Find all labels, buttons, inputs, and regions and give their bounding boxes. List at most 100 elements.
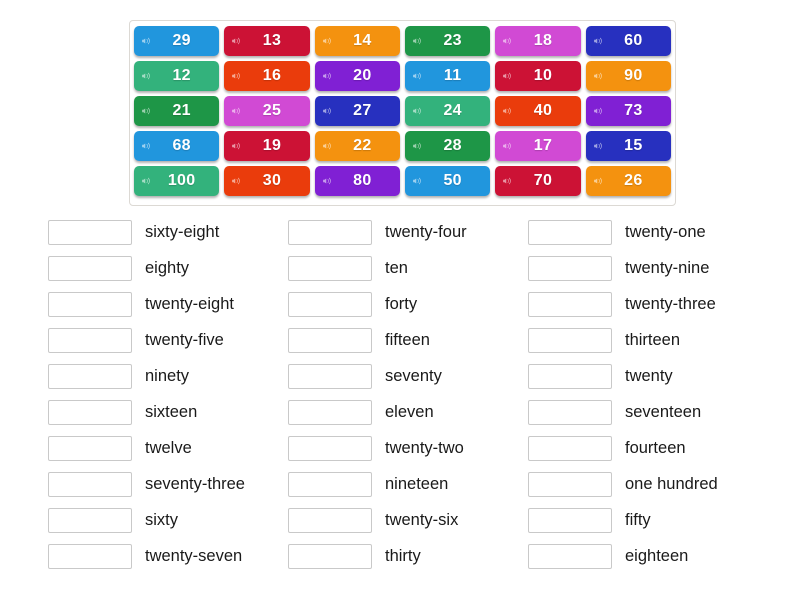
speaker-icon[interactable] bbox=[322, 36, 333, 47]
answer-row: twenty-four bbox=[288, 214, 528, 250]
number-tile[interactable]: 29 bbox=[134, 26, 220, 56]
speaker-icon[interactable] bbox=[593, 36, 604, 47]
speaker-icon[interactable] bbox=[231, 106, 242, 117]
number-tile[interactable]: 21 bbox=[134, 96, 220, 126]
number-tile[interactable]: 100 bbox=[134, 166, 220, 196]
answer-drop-box[interactable] bbox=[48, 435, 132, 461]
answer-drop-box[interactable] bbox=[48, 363, 132, 389]
speaker-icon[interactable] bbox=[141, 176, 152, 187]
speaker-icon[interactable] bbox=[502, 106, 513, 117]
number-tile[interactable]: 80 bbox=[314, 166, 400, 196]
speaker-icon[interactable] bbox=[412, 71, 423, 82]
number-tile[interactable]: 28 bbox=[405, 131, 491, 161]
speaker-icon[interactable] bbox=[502, 71, 513, 82]
answer-drop-box[interactable] bbox=[528, 255, 612, 281]
speaker-icon[interactable] bbox=[593, 71, 604, 82]
answer-drop-box[interactable] bbox=[528, 363, 612, 389]
speaker-icon[interactable] bbox=[412, 36, 423, 47]
answer-drop-box[interactable] bbox=[288, 291, 372, 317]
tile-value: 90 bbox=[624, 67, 643, 84]
number-tile[interactable]: 25 bbox=[224, 96, 310, 126]
answer-drop-box[interactable] bbox=[288, 363, 372, 389]
speaker-icon[interactable] bbox=[593, 141, 604, 152]
answer-drop-box[interactable] bbox=[288, 399, 372, 425]
number-tile[interactable]: 11 bbox=[405, 61, 491, 91]
number-tile[interactable]: 14 bbox=[314, 26, 400, 56]
speaker-icon[interactable] bbox=[412, 141, 423, 152]
answer-drop-box[interactable] bbox=[528, 219, 612, 245]
number-tile[interactable]: 50 bbox=[405, 166, 491, 196]
number-tile[interactable]: 24 bbox=[405, 96, 491, 126]
speaker-icon[interactable] bbox=[141, 141, 152, 152]
speaker-icon[interactable] bbox=[502, 36, 513, 47]
number-tile[interactable]: 27 bbox=[314, 96, 400, 126]
speaker-icon[interactable] bbox=[502, 176, 513, 187]
answer-drop-box[interactable] bbox=[528, 435, 612, 461]
speaker-icon[interactable] bbox=[141, 106, 152, 117]
answer-drop-box[interactable] bbox=[528, 471, 612, 497]
answer-label: twenty-one bbox=[625, 222, 706, 241]
tile-value: 100 bbox=[167, 172, 196, 189]
number-tile[interactable]: 19 bbox=[224, 131, 310, 161]
tile-value: 12 bbox=[172, 67, 191, 84]
number-tile[interactable]: 18 bbox=[495, 26, 581, 56]
speaker-icon[interactable] bbox=[322, 141, 333, 152]
number-tile[interactable]: 22 bbox=[314, 131, 400, 161]
answer-label: eleven bbox=[385, 402, 434, 421]
speaker-icon[interactable] bbox=[141, 71, 152, 82]
answer-drop-box[interactable] bbox=[288, 219, 372, 245]
answer-drop-box[interactable] bbox=[288, 327, 372, 353]
answer-drop-box[interactable] bbox=[288, 471, 372, 497]
speaker-icon[interactable] bbox=[231, 141, 242, 152]
answer-drop-box[interactable] bbox=[528, 399, 612, 425]
number-tile[interactable]: 15 bbox=[585, 131, 671, 161]
speaker-icon[interactable] bbox=[412, 176, 423, 187]
number-tile[interactable]: 70 bbox=[495, 166, 581, 196]
number-tile[interactable]: 23 bbox=[405, 26, 491, 56]
number-tile[interactable]: 40 bbox=[495, 96, 581, 126]
answer-drop-box[interactable] bbox=[48, 327, 132, 353]
number-tile[interactable]: 68 bbox=[134, 131, 220, 161]
answer-drop-box[interactable] bbox=[528, 543, 612, 569]
speaker-icon[interactable] bbox=[231, 176, 242, 187]
answer-drop-box[interactable] bbox=[48, 255, 132, 281]
speaker-icon[interactable] bbox=[231, 71, 242, 82]
number-tile[interactable]: 90 bbox=[585, 61, 671, 91]
answer-drop-box[interactable] bbox=[48, 471, 132, 497]
number-tile[interactable]: 12 bbox=[134, 61, 220, 91]
number-tile[interactable]: 73 bbox=[585, 96, 671, 126]
tile-value: 25 bbox=[262, 102, 282, 119]
number-tile[interactable]: 26 bbox=[585, 166, 671, 196]
answer-drop-box[interactable] bbox=[48, 543, 132, 569]
speaker-icon[interactable] bbox=[141, 36, 152, 47]
speaker-icon[interactable] bbox=[322, 106, 333, 117]
answer-drop-box[interactable] bbox=[48, 399, 132, 425]
number-tile[interactable]: 30 bbox=[224, 166, 310, 196]
answer-drop-box[interactable] bbox=[48, 291, 132, 317]
answer-drop-box[interactable] bbox=[528, 291, 612, 317]
speaker-icon[interactable] bbox=[322, 176, 333, 187]
answer-label: fifty bbox=[625, 510, 651, 529]
number-tile[interactable]: 13 bbox=[224, 26, 310, 56]
answer-drop-box[interactable] bbox=[288, 435, 372, 461]
speaker-icon[interactable] bbox=[412, 106, 423, 117]
answer-drop-box[interactable] bbox=[528, 507, 612, 533]
tile-value: 73 bbox=[624, 102, 643, 119]
answer-drop-box[interactable] bbox=[288, 255, 372, 281]
speaker-icon[interactable] bbox=[231, 36, 242, 47]
number-tile[interactable]: 20 bbox=[314, 61, 400, 91]
number-tile[interactable]: 60 bbox=[585, 26, 671, 56]
answer-row: forty bbox=[288, 286, 528, 322]
answer-drop-box[interactable] bbox=[288, 543, 372, 569]
speaker-icon[interactable] bbox=[593, 176, 604, 187]
number-tile[interactable]: 16 bbox=[224, 61, 310, 91]
answer-drop-box[interactable] bbox=[48, 507, 132, 533]
speaker-icon[interactable] bbox=[322, 71, 333, 82]
answer-drop-box[interactable] bbox=[48, 219, 132, 245]
number-tile[interactable]: 10 bbox=[495, 61, 581, 91]
speaker-icon[interactable] bbox=[502, 141, 513, 152]
number-tile[interactable]: 17 bbox=[495, 131, 581, 161]
speaker-icon[interactable] bbox=[593, 106, 604, 117]
answer-drop-box[interactable] bbox=[288, 507, 372, 533]
answer-drop-box[interactable] bbox=[528, 327, 612, 353]
